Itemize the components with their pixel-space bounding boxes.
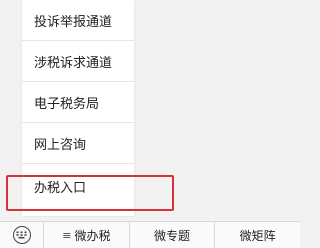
tab-label: 微专题 — [154, 228, 191, 243]
keyboard-toggle-button[interactable] — [0, 221, 44, 248]
menu-item-label: 投诉举报通道 — [34, 14, 113, 30]
menu-item-e-tax-bureau[interactable]: 电子税务局 — [22, 82, 134, 123]
menu-item-online-consult[interactable]: 网上咨询 — [22, 123, 134, 164]
menu-item-tax-entrance[interactable]: 办税入口 — [22, 164, 134, 208]
tab-label: 微矩阵 — [239, 228, 276, 243]
keyboard-icon — [12, 226, 31, 244]
tab-wei-juzhen[interactable]: 微矩阵 — [215, 222, 300, 248]
wechat-menu-screen: 投诉举报通道 涉税诉求通道 电子税务局 网上咨询 办税入口 ≡ 微办税 微专题 … — [0, 0, 300, 248]
menu-item-tax-appeal-channel[interactable]: 涉税诉求通道 — [22, 41, 134, 82]
tab-wei-zhuanti[interactable]: 微专题 — [130, 221, 216, 248]
tab-label: 微办税 — [74, 228, 111, 243]
tab-wei-banshui[interactable]: ≡ 微办税 — [44, 221, 130, 248]
submenu-popup: 投诉举报通道 涉税诉求通道 电子税务局 网上咨询 办税入口 — [22, 0, 134, 216]
menu-item-label: 办税入口 — [34, 180, 87, 196]
menu-item-label: 电子税务局 — [34, 96, 100, 112]
menu-item-label: 网上咨询 — [34, 137, 87, 153]
bottom-menu-bar: ≡ 微办税 微专题 微矩阵 — [0, 221, 300, 248]
menu-item-label: 涉税诉求通道 — [34, 55, 113, 71]
menu-icon: ≡ — [62, 228, 72, 242]
menu-item-complaint-channel[interactable]: 投诉举报通道 — [22, 0, 134, 41]
